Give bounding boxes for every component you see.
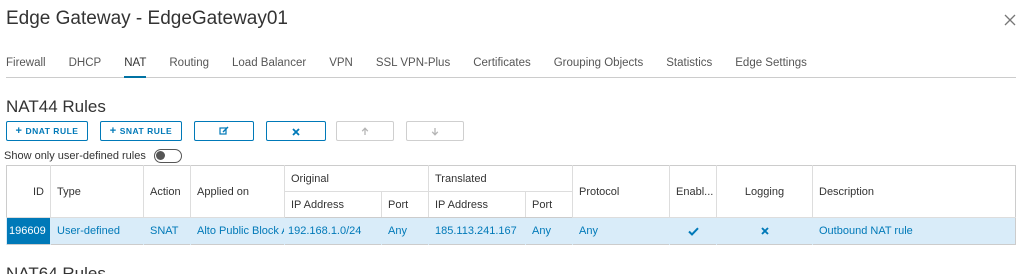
cell-translated-ip: 185.113.241.167 [428,217,526,245]
cell-original-port: Any [381,217,429,245]
cell-protocol: Any [572,217,670,245]
tab-edge-settings[interactable]: Edge Settings [735,50,807,77]
col-header-description[interactable]: Description [812,165,1016,218]
tab-firewall[interactable]: Firewall [6,50,46,77]
arrow-up-icon [361,126,369,136]
tab-routing[interactable]: Routing [169,50,209,77]
plus-icon: + [15,125,23,137]
cell-applied-on: Alto Public Block A [190,217,285,245]
cell-translated-port: Any [525,217,573,245]
arrow-down-icon [431,126,439,136]
col-header-applied-on[interactable]: Applied on [190,165,285,218]
col-header-enabled[interactable]: Enabl... [669,165,717,218]
tab-ssl-vpn-plus[interactable]: SSL VPN-Plus [376,50,450,77]
col-header-action[interactable]: Action [143,165,191,218]
cell-id: 196609 [6,217,51,245]
nat44-section-title: NAT44 Rules [6,97,106,116]
col-header-type[interactable]: Type [50,165,144,218]
add-dnat-rule-button[interactable]: + DNAT RULE [6,121,88,141]
edge-gateway-dialog: Edge Gateway - EdgeGateway01 Firewall DH… [0,0,1024,274]
tab-dhcp[interactable]: DHCP [69,50,102,77]
toggle-knob [155,151,165,160]
col-header-original-port[interactable]: Port [381,191,429,218]
col-header-translated-ip[interactable]: IP Address [428,191,526,218]
nat64-section-title: NAT64 Rules [6,264,106,274]
cell-description: Outbound NAT rule [812,217,1016,245]
edit-icon [219,126,229,137]
tab-bar: Firewall DHCP NAT Routing Load Balancer … [6,50,1016,78]
col-header-translated: Translated [428,165,573,192]
user-defined-filter: Show only user-defined rules [4,148,182,164]
applied-on-text: Alto Public Block A [197,225,284,237]
dialog-title: Edge Gateway - EdgeGateway01 [6,8,289,29]
check-icon [687,225,699,237]
cell-logging [716,217,813,245]
tab-certificates[interactable]: Certificates [473,50,531,77]
cell-action: SNAT [143,217,191,245]
delete-rule-button[interactable] [266,121,326,141]
col-header-original-ip[interactable]: IP Address [284,191,382,218]
x-icon [760,225,769,237]
plus-icon: + [109,125,117,137]
cell-enabled [669,217,717,245]
tab-vpn[interactable]: VPN [329,50,353,77]
col-header-logging[interactable]: Logging [716,165,813,218]
tab-nat[interactable]: NAT [124,50,147,78]
user-defined-toggle[interactable] [153,149,182,163]
move-up-button[interactable] [336,121,394,141]
col-header-translated-port[interactable]: Port [525,191,573,218]
tab-grouping-objects[interactable]: Grouping Objects [554,50,644,77]
cell-type: User-defined [50,217,144,245]
delete-icon [292,126,300,136]
col-header-protocol[interactable]: Protocol [572,165,670,218]
tab-load-balancer[interactable]: Load Balancer [232,50,306,77]
edit-rule-button[interactable] [194,121,254,141]
dnat-rule-label: DNAT RULE [25,126,79,136]
nat44-rules-table: ID Type Action Applied on Original Trans… [6,165,1016,245]
snat-rule-label: SNAT RULE [119,126,173,136]
table-row[interactable]: 196609 User-defined SNAT Alto Public Blo… [6,217,1016,245]
cell-original-ip: 192.168.1.0/24 [284,217,382,245]
add-snat-rule-button[interactable]: + SNAT RULE [100,121,182,141]
move-down-button[interactable] [406,121,464,141]
col-header-id[interactable]: ID [6,165,51,218]
close-icon[interactable] [1004,12,1016,28]
tab-statistics[interactable]: Statistics [666,50,712,77]
col-header-original: Original [284,165,429,192]
user-defined-filter-label: Show only user-defined rules [4,150,146,162]
